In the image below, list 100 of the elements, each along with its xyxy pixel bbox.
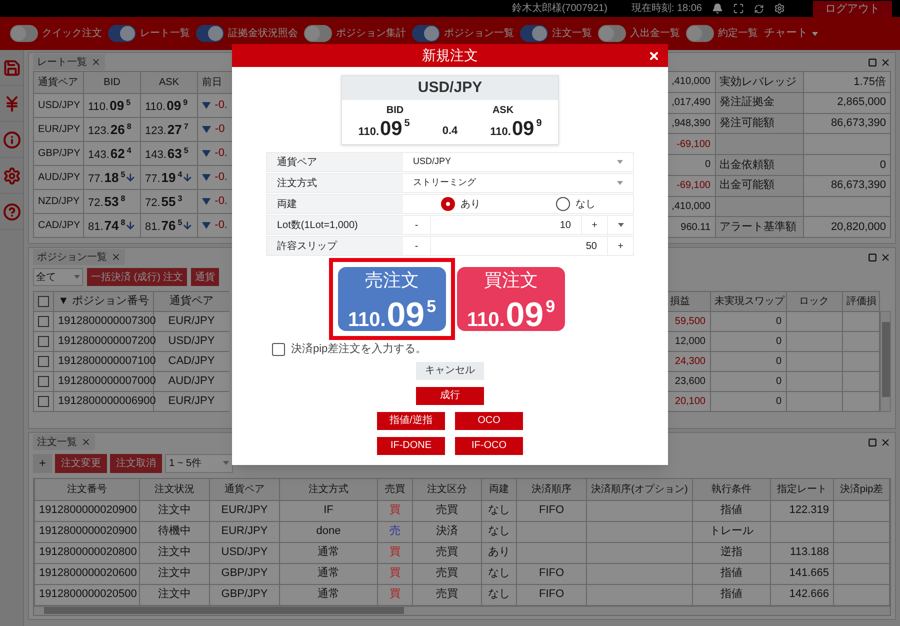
column-header: 指定レート: [770, 479, 834, 500]
dropdown-caret-icon[interactable]: [74, 275, 80, 279]
table-cell: IF: [280, 500, 378, 521]
table-cell: 1912800000007100: [54, 352, 154, 372]
table-cell: GBP/JPY: [210, 584, 280, 605]
table-cell: 出金依頼額: [720, 158, 774, 171]
close-icon[interactable]: [648, 50, 660, 62]
vertical-scrollbar[interactable]: [880, 311, 891, 412]
column-header: 決済順序(オプション): [586, 479, 692, 500]
add-button[interactable]: +: [33, 454, 52, 472]
table-cell: FIFO: [538, 588, 564, 600]
toolbar-button[interactable]: 注文取消: [110, 454, 162, 472]
table-cell: アラート基準額: [720, 220, 796, 233]
page-size-select[interactable]: 1 ~ 5件: [165, 454, 233, 472]
checkbox[interactable]: [38, 316, 49, 327]
toggle-switch[interactable]: [686, 25, 714, 42]
toggle-switch[interactable]: [520, 25, 548, 42]
toolbar-button[interactable]: 一括決済 (成行) 注文: [87, 268, 188, 286]
refresh-icon[interactable]: [754, 4, 764, 14]
toolbar-button[interactable]: 注文変更: [55, 454, 107, 472]
column-header: 通貨ペア: [154, 292, 229, 312]
table-cell: 実効レバレッジ: [720, 76, 796, 88]
table-cell: 買: [390, 588, 400, 600]
settings-icon[interactable]: [2, 166, 20, 184]
user-name: 鈴木太郎様(7007921): [512, 2, 608, 16]
table-cell-text: -0: [215, 122, 225, 138]
table-cell: 指値: [692, 563, 770, 584]
close-icon[interactable]: [880, 56, 891, 68]
close-icon[interactable]: [880, 436, 891, 448]
toggle-switch[interactable]: [598, 25, 626, 42]
filter-select[interactable]: 全て: [33, 268, 83, 286]
order-type-button[interactable]: OCO: [455, 412, 523, 430]
table-cell: 0: [710, 392, 786, 412]
checkbox[interactable]: [38, 376, 49, 387]
column-header: 決済順序: [516, 479, 586, 500]
panel-tab[interactable]: 注文一覧: [33, 434, 95, 450]
table-cell: 買: [390, 546, 400, 558]
table-cell: 86,673,390: [830, 179, 886, 192]
dropdown-caret-icon[interactable]: [223, 461, 229, 465]
toggle-switch[interactable]: [108, 25, 136, 42]
radio-option[interactable]: あり: [440, 196, 480, 212]
toggle-switch[interactable]: [412, 25, 440, 42]
toolbar-button[interactable]: 通貨: [191, 268, 220, 286]
chart-menu[interactable]: チャート: [764, 25, 818, 42]
table-cell: 2,865,000: [837, 96, 886, 108]
table-cell-text: -0.: [214, 218, 228, 234]
dropdown-caret-icon[interactable]: [812, 32, 818, 36]
save-icon[interactable]: [2, 58, 20, 76]
maximize-icon[interactable]: [868, 252, 877, 262]
table-cell: EUR/JPY: [34, 118, 84, 142]
table-cell: 注文中: [140, 563, 210, 584]
checkbox[interactable]: [38, 336, 49, 347]
maximize-icon[interactable]: [868, 58, 877, 66]
order-type-button[interactable]: 指値/逆指: [377, 412, 445, 430]
logout-button[interactable]: ログアウト: [813, 0, 892, 16]
column-header: ▼ ポジション番号: [54, 292, 154, 312]
column-header: 売買: [378, 479, 412, 500]
checkbox[interactable]: [272, 342, 285, 356]
help-icon[interactable]: [2, 202, 20, 220]
close-icon[interactable]: [880, 252, 891, 262]
column-header: 注文番号: [34, 479, 140, 500]
table-cell: 指値: [692, 584, 770, 605]
table-cell: 通常: [280, 563, 378, 584]
checkbox[interactable]: [38, 356, 49, 367]
panel-tab[interactable]: レート一覧: [33, 54, 105, 70]
table-cell: 86,673,390: [830, 117, 886, 130]
bid-label: BID: [386, 104, 404, 118]
maximize-icon[interactable]: [868, 438, 877, 446]
info-icon[interactable]: [2, 130, 20, 148]
radio-option[interactable]: なし: [556, 196, 596, 212]
table-cell: 注文中: [140, 584, 210, 605]
checkbox[interactable]: [38, 396, 49, 407]
column-header: 両建: [482, 479, 516, 500]
table-cell: 通常: [280, 542, 378, 563]
table-cell: 発注可能額: [720, 117, 774, 130]
table-cell: 1912800000020800: [34, 542, 140, 563]
order-type-button[interactable]: IF-OCO: [455, 436, 523, 454]
column-header: 注文区分: [412, 479, 482, 500]
panel-tab[interactable]: ポジション一覧: [33, 249, 125, 265]
table-cell: 0: [710, 312, 786, 332]
close-icon[interactable]: [111, 252, 121, 262]
checkbox[interactable]: [38, 296, 49, 307]
down-triangle-icon: [202, 198, 211, 205]
order-type-button[interactable]: IF-DONE: [377, 436, 445, 454]
bell-icon[interactable]: [712, 3, 723, 14]
close-icon[interactable]: [91, 57, 101, 67]
toggle-switch[interactable]: [10, 25, 38, 42]
table-cell: GBP/JPY: [34, 142, 84, 166]
toggle-switch[interactable]: [304, 25, 332, 42]
toggle-switch[interactable]: [196, 25, 224, 42]
column-header: 通貨ペア: [210, 479, 280, 500]
table-cell: 1912800000020900: [34, 500, 140, 521]
column-header: 通貨ペア: [34, 72, 84, 94]
fullscreen-icon[interactable]: [733, 3, 744, 14]
dialog-title: 新規注文: [422, 46, 478, 65]
table-cell: 113.188: [790, 546, 829, 558]
toggle-label: ポジション集計: [336, 26, 406, 41]
cancel-button[interactable]: キャンセル: [416, 362, 484, 380]
market-order-button[interactable]: 成行: [416, 386, 484, 404]
close-icon[interactable]: [81, 437, 91, 447]
